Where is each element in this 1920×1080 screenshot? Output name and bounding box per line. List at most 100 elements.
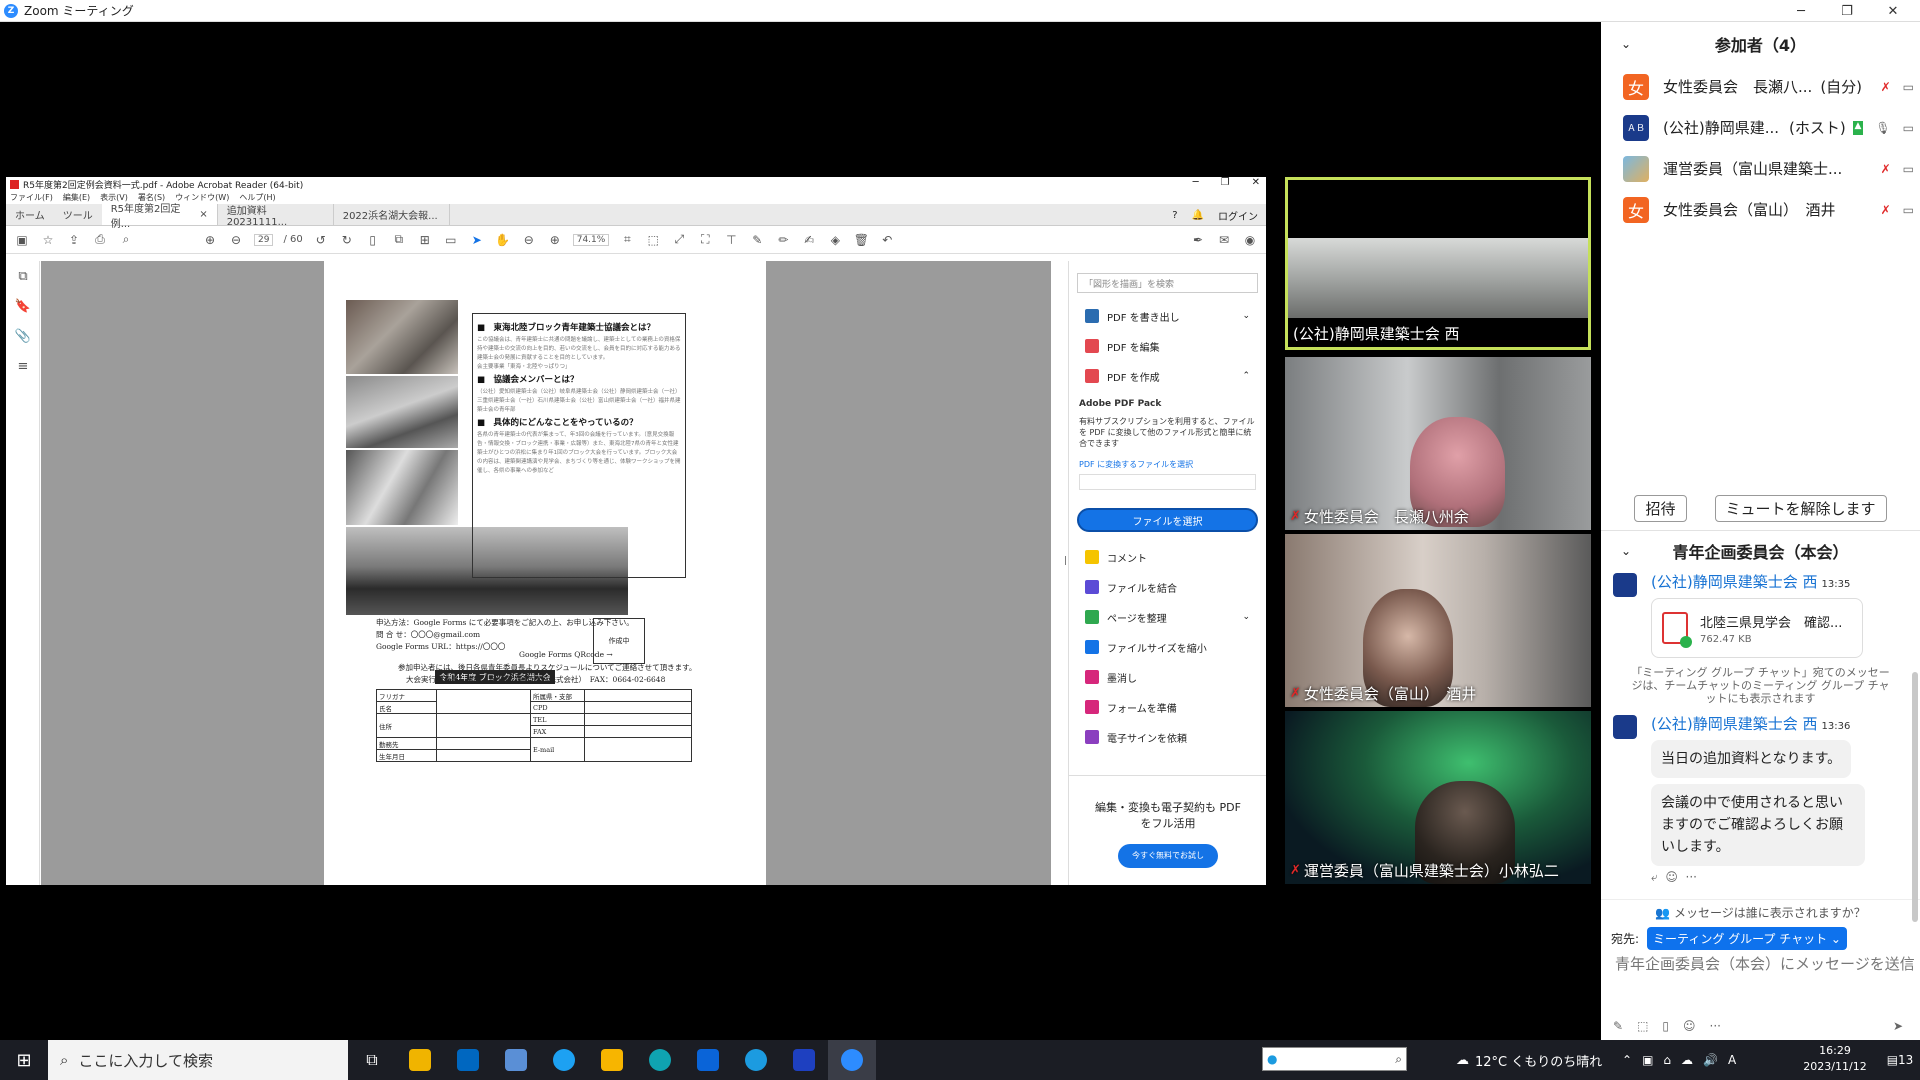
page-thumbnails-icon[interactable]: ⧉: [6, 261, 40, 291]
fullscreen-icon[interactable]: ⤢: [671, 232, 687, 248]
measure-icon[interactable]: ⊤: [723, 232, 739, 248]
zoom-out-icon[interactable]: ⊖: [521, 232, 537, 248]
video-off-icon[interactable]: ▭: [1903, 162, 1914, 176]
maximize-button[interactable]: ❐: [1824, 0, 1870, 22]
collapse-panel-handle[interactable]: |: [1064, 556, 1067, 566]
task-view-icon[interactable]: ⧉: [348, 1040, 396, 1080]
tools-search-input[interactable]: 「図形を描画」を検索: [1077, 273, 1258, 293]
store-icon[interactable]: [444, 1040, 492, 1080]
minimize-button[interactable]: ─: [1778, 0, 1824, 22]
mail-app-icon[interactable]: [684, 1040, 732, 1080]
mail-icon[interactable]: ✉: [1216, 232, 1232, 248]
tray-app-icon[interactable]: ▣: [1642, 1053, 1653, 1067]
pdf-pack-file-field[interactable]: [1079, 474, 1256, 490]
participant-row-3[interactable]: 運営委員（富山県建築士... ✗ ▭: [1601, 148, 1920, 189]
tool-redact[interactable]: 墨消し: [1069, 662, 1266, 692]
more-icon[interactable]: ···: [1686, 870, 1697, 884]
onedrive-icon[interactable]: ☁: [1681, 1053, 1693, 1067]
tab-home[interactable]: ホーム: [6, 204, 54, 225]
video-tile-4[interactable]: ✗ 運営委員（富山県建築士会）小林弘二: [1285, 711, 1591, 884]
tab-close-icon[interactable]: ×: [199, 209, 207, 220]
tab-document-3[interactable]: 2022浜名湖大会報...: [334, 204, 450, 225]
form-address-value[interactable]: [436, 713, 531, 738]
tool-export-pdf[interactable]: PDF を書き出し ⌄: [1069, 301, 1266, 331]
screenshot-icon[interactable]: ⬚: [1637, 1019, 1648, 1033]
save-icon[interactable]: ▣: [14, 232, 30, 248]
video-off-icon[interactable]: ▭: [1903, 121, 1914, 135]
video-tile-3[interactable]: ✗ 女性委員会（富山） 酒井: [1285, 534, 1591, 707]
tab-tools[interactable]: ツール: [54, 204, 102, 225]
close-button[interactable]: ✕: [1870, 0, 1916, 22]
acrobat-close-button[interactable]: ✕: [1252, 177, 1260, 188]
document-canvas[interactable]: 令和4年度 ブロック浜名湖大会 ■ 東海北陸ブロック青年建築士協議会とは？ この…: [41, 261, 1067, 885]
video-off-icon[interactable]: ▭: [1903, 203, 1914, 217]
network-icon[interactable]: ⌂: [1663, 1053, 1671, 1067]
chat-scrollbar[interactable]: [1912, 672, 1918, 922]
file-attachment[interactable]: 北陸三県見学会 確認... 762.47 KB: [1651, 598, 1863, 658]
unmute-button[interactable]: ミュートを解除します: [1714, 495, 1887, 522]
form-cpd-value[interactable]: [584, 701, 692, 714]
taskbar-clock[interactable]: 16:29 2023/11/12: [1800, 1043, 1870, 1075]
emoji-icon[interactable]: ☺: [1665, 870, 1678, 884]
form-name-value[interactable]: [436, 689, 531, 714]
edge-icon[interactable]: [636, 1040, 684, 1080]
form-fax-value[interactable]: [584, 725, 692, 738]
taskbar-search[interactable]: ⌕ ここに入力して検索: [48, 1040, 348, 1080]
reply-icon[interactable]: ⤶: [1651, 870, 1658, 884]
select-cursor-icon[interactable]: ➤: [469, 232, 485, 248]
stamp-icon[interactable]: ◈: [827, 232, 843, 248]
marquee-zoom-icon[interactable]: ⬚: [645, 232, 661, 248]
tab-document-1[interactable]: R5年度第2回定例... ×: [101, 204, 218, 230]
tool-combine[interactable]: ファイルを結合: [1069, 572, 1266, 602]
participant-row-4[interactable]: 女 女性委員会（富山） 酒井 ✗ ▭: [1601, 189, 1920, 230]
format-icon[interactable]: ✎: [1613, 1019, 1623, 1033]
message-bubble-1[interactable]: 当日の追加資料となります。: [1651, 740, 1852, 778]
account-icon[interactable]: ◉: [1242, 232, 1258, 248]
weather-widget[interactable]: ☁ 12°C くもりのち晴れ: [1456, 1040, 1602, 1080]
form-work-value[interactable]: [436, 737, 531, 750]
emoji-icon[interactable]: ☺: [1683, 1019, 1696, 1033]
tool-edit-pdf[interactable]: PDF を編集: [1069, 331, 1266, 361]
tool-comment[interactable]: コメント: [1069, 542, 1266, 572]
more-icon[interactable]: ···: [1710, 1019, 1721, 1033]
taskbar-search-box-2[interactable]: ● ⌕: [1262, 1047, 1407, 1071]
participant-row-1[interactable]: 女 女性委員会 長瀬八... (自分) ✗ ▭: [1601, 66, 1920, 107]
sticky-notes-icon[interactable]: [588, 1040, 636, 1080]
file-icon[interactable]: ▯: [1662, 1019, 1669, 1033]
video-tile-host[interactable]: (公社)静岡県建築士会 西: [1285, 177, 1591, 350]
tool-organize[interactable]: ページを整理 ⌄: [1069, 602, 1266, 632]
mic-on-icon[interactable]: 🎙: [1875, 121, 1890, 135]
bell-icon[interactable]: 🔔: [1192, 210, 1204, 221]
invite-button[interactable]: 招待: [1634, 495, 1687, 522]
fill-sign-icon[interactable]: ✒: [1190, 232, 1206, 248]
chevron-up-icon[interactable]: ⌃: [1622, 1053, 1632, 1067]
help-icon[interactable]: ?: [1172, 210, 1177, 221]
recipient-select[interactable]: ミーティング グループ チャット ⌄: [1647, 927, 1847, 950]
notification-center[interactable]: ▤ 13: [1880, 1040, 1920, 1080]
blue-app-icon[interactable]: [780, 1040, 828, 1080]
free-trial-button[interactable]: 今すぐ無料でお試し: [1118, 844, 1218, 868]
explorer-icon[interactable]: [396, 1040, 444, 1080]
form-tel-value[interactable]: [584, 713, 692, 726]
fit-page-icon[interactable]: ⛶: [697, 232, 713, 248]
single-page-icon[interactable]: ▯: [365, 232, 381, 248]
participant-row-2[interactable]: ＡＢ (公社)静岡県建... (ホスト) ▲ 🎙 ▭: [1601, 107, 1920, 148]
photos-icon[interactable]: [492, 1040, 540, 1080]
star-icon[interactable]: ☆: [40, 232, 56, 248]
hand-icon[interactable]: ✋: [495, 232, 511, 248]
video-off-icon[interactable]: ▭: [1903, 80, 1914, 94]
draw-icon[interactable]: ✍: [801, 232, 817, 248]
bookmark-icon[interactable]: 🔖: [6, 291, 40, 321]
rotate-left-icon[interactable]: ↺: [313, 232, 329, 248]
layers-icon[interactable]: ≡: [6, 351, 40, 381]
rotate-right-icon[interactable]: ↻: [339, 232, 355, 248]
who-can-see-link[interactable]: 👥 メッセージは誰に表示されますか？: [1601, 899, 1920, 921]
zoom-search-icon[interactable]: ⌕: [118, 232, 134, 248]
zoom-level-select[interactable]: 74.1%: [572, 233, 610, 246]
fit-icon[interactable]: ⊞: [417, 232, 433, 248]
pdf-pack-link[interactable]: PDF に変換するファイルを選択: [1079, 459, 1256, 470]
page-number-input[interactable]: 29: [254, 233, 274, 246]
windows-start-icon[interactable]: ⊞: [0, 1040, 48, 1080]
video-tile-2[interactable]: ✗ 女性委員会 長瀬八州余: [1285, 357, 1591, 530]
muted-mic-icon[interactable]: ✗: [1881, 162, 1891, 176]
